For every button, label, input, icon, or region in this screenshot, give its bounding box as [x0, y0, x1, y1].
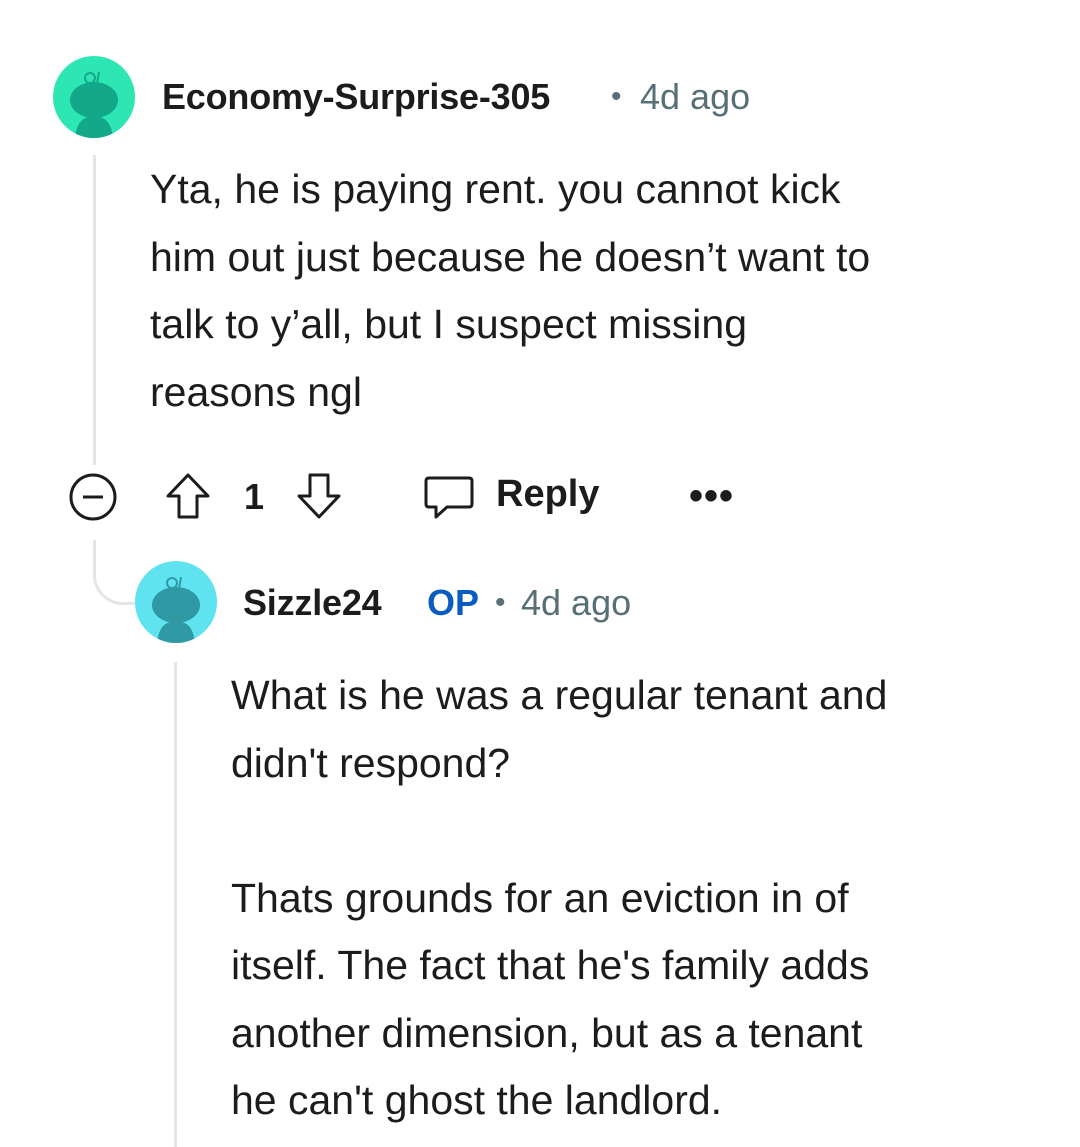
op-badge: OP — [427, 582, 480, 623]
minus-circle-icon — [69, 473, 117, 521]
avatar[interactable] — [53, 56, 135, 138]
comment-username[interactable]: Economy-Surprise-305 — [162, 76, 550, 118]
meta-separator: • — [611, 80, 622, 113]
arrow-down-icon — [297, 473, 341, 519]
arrow-up-icon — [166, 473, 210, 519]
collapse-thread-button[interactable] — [68, 472, 118, 522]
avatar[interactable] — [135, 561, 217, 643]
vote-count: 1 — [244, 476, 265, 517]
comment-body: Yta, he is paying rent. you cannot kick … — [150, 166, 871, 415]
downvote-button[interactable] — [293, 470, 345, 522]
reply-button[interactable]: Reply — [423, 468, 613, 524]
reply-username[interactable]: Sizzle24 — [243, 582, 382, 624]
speech-bubble-icon — [424, 476, 474, 519]
meta-separator: • — [495, 586, 506, 619]
reply-connector-line — [93, 540, 141, 605]
reply-thread-line[interactable] — [174, 662, 177, 1147]
comment-age: 4d ago — [640, 76, 751, 117]
snoo-avatar-icon — [135, 561, 217, 643]
reply-age: 4d ago — [521, 582, 632, 623]
comment-thread-line[interactable] — [93, 155, 96, 465]
snoo-avatar-icon — [53, 56, 135, 138]
upvote-button[interactable] — [162, 470, 214, 522]
reply-body: What is he was a regular tenant and didn… — [231, 672, 888, 1123]
reply-label: Reply — [496, 473, 600, 515]
more-options-button[interactable]: ••• — [689, 474, 734, 519]
